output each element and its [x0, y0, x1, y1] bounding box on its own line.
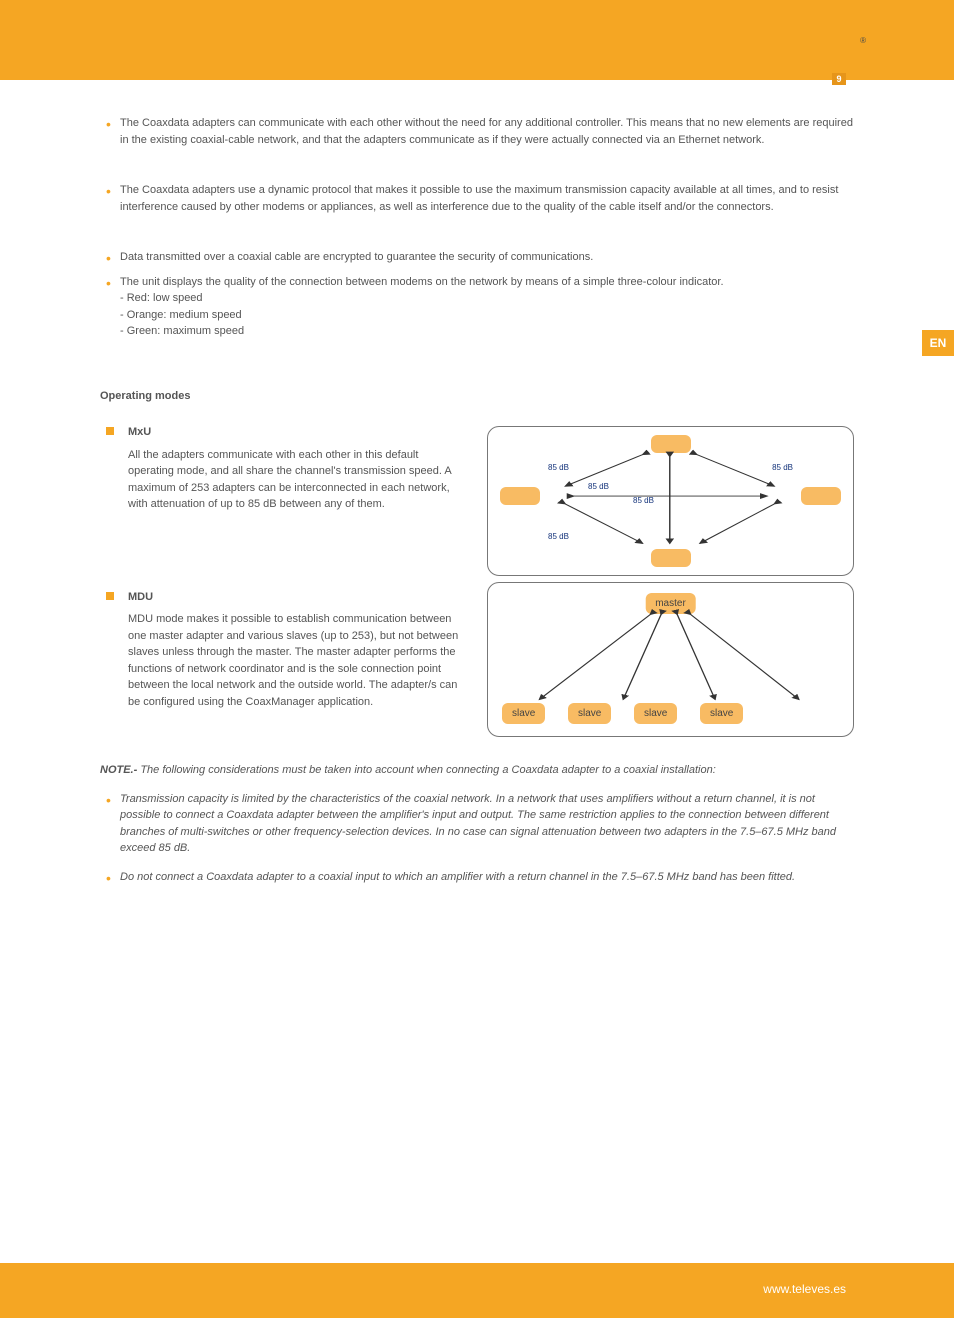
mode-mdu-text: MDU mode makes it possible to establish … — [128, 613, 458, 708]
mode-mxu-text: All the adapters communicate with each o… — [128, 449, 451, 511]
mode-mxu-title: MxU — [128, 426, 151, 438]
bullet-text: Do not connect a Coaxdata adapter to a c… — [120, 871, 795, 883]
note-text: The following considerations must be tak… — [137, 764, 715, 776]
node-slave: slave — [700, 703, 743, 724]
page-content: The Coaxdata adapters can communicate wi… — [0, 80, 954, 913]
note-bullet-item: Do not connect a Coaxdata adapter to a c… — [100, 869, 854, 886]
db-label: 85 dB — [548, 462, 569, 474]
footer-url: www.televes.es — [763, 1280, 846, 1298]
diagram-mxu: 85 dB 85 dB 85 dB 85 dB 85 dB — [487, 426, 854, 576]
bullet-item: The Coaxdata adapters can communicate wi… — [100, 115, 854, 148]
db-label: 85 dB — [588, 481, 609, 493]
footer-band: www.televes.es — [0, 1263, 954, 1318]
bullet-text: The unit displays the quality of the con… — [120, 276, 724, 338]
note-section: NOTE.- The following considerations must… — [100, 762, 854, 779]
bullet-text: Transmission capacity is limited by the … — [120, 793, 836, 855]
note-prefix: NOTE.- — [100, 764, 137, 776]
mode-mdu: MDU MDU mode makes it possible to establ… — [100, 589, 467, 711]
note-bullet-list: Transmission capacity is limited by the … — [100, 791, 854, 886]
node-master: master — [645, 593, 696, 614]
node-top — [651, 435, 691, 453]
mode-mdu-title: MDU — [128, 591, 153, 603]
intro-bullet-list: The Coaxdata adapters can communicate wi… — [100, 115, 854, 340]
node-right — [801, 487, 841, 505]
db-label: 85 dB — [633, 495, 654, 507]
diagram-mdu: master slave slave slave slave — [487, 582, 854, 737]
bullet-text: Data transmitted over a coaxial cable ar… — [120, 251, 593, 263]
header-band: ® — [0, 0, 954, 80]
node-slave: slave — [568, 703, 611, 724]
note-bullet-item: Transmission capacity is limited by the … — [100, 791, 854, 857]
operating-modes-heading: Operating modes — [100, 388, 854, 405]
node-left — [500, 487, 540, 505]
bullet-text: The Coaxdata adapters can communicate wi… — [120, 117, 853, 146]
bullet-text: The Coaxdata adapters use a dynamic prot… — [120, 184, 838, 213]
bullet-item: Data transmitted over a coaxial cable ar… — [100, 249, 854, 266]
db-label: 85 dB — [772, 462, 793, 474]
node-slave: slave — [634, 703, 677, 724]
node-slave: slave — [502, 703, 545, 724]
registered-mark-icon: ® — [860, 35, 866, 47]
node-bottom — [651, 549, 691, 567]
bullet-item: The Coaxdata adapters use a dynamic prot… — [100, 182, 854, 215]
mode-mxu: MxU All the adapters communicate with ea… — [100, 424, 467, 513]
bullet-item: The unit displays the quality of the con… — [100, 274, 854, 340]
db-label: 85 dB — [548, 531, 569, 543]
